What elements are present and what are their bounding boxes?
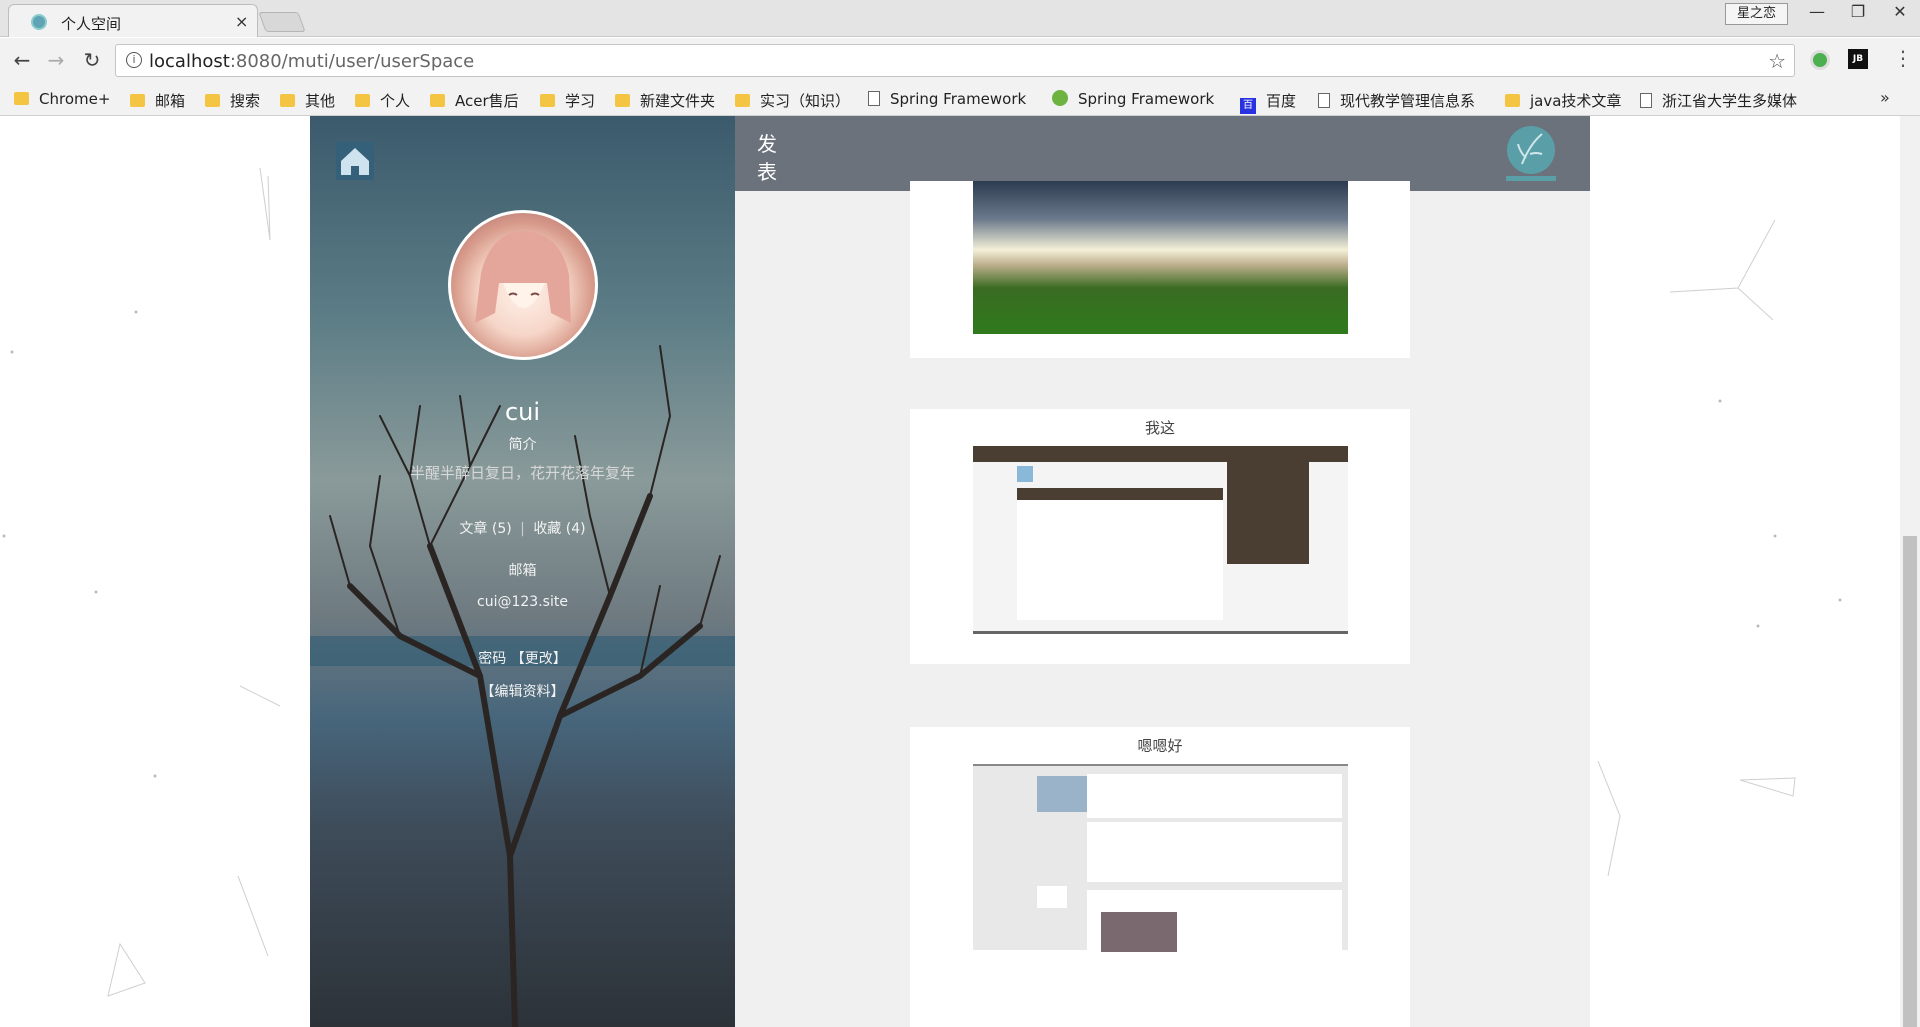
- tab-close-icon[interactable]: ×: [235, 12, 248, 31]
- post-image-screenshot[interactable]: [973, 764, 1348, 952]
- password-row: 密码 【更改】: [310, 648, 735, 668]
- url-text: localhost:8080/muti/user/userSpace: [149, 51, 475, 72]
- browser-menu-icon[interactable]: ⋮: [1893, 46, 1913, 70]
- bookmark-java-articles[interactable]: java技术文章: [1505, 90, 1621, 111]
- intro-label: 简介: [508, 437, 537, 453]
- site-favicon-icon: [31, 14, 47, 30]
- page-icon: [868, 91, 880, 106]
- folder-icon: [430, 94, 445, 107]
- bookmark-spring-2[interactable]: Spring Framework: [1052, 90, 1214, 108]
- folder-icon: [280, 94, 295, 107]
- bookmark-search[interactable]: 搜索: [205, 90, 260, 111]
- bookmark-spring-1[interactable]: Spring Framework: [868, 90, 1026, 108]
- edit-profile-link[interactable]: 【编辑资料】: [310, 681, 735, 701]
- intro-text: 半醒半醉日复日，花开花落年复年: [409, 464, 635, 482]
- bookmark-star-icon[interactable]: ☆: [1768, 49, 1786, 73]
- username: cui: [504, 398, 541, 426]
- bookmarks-overflow-icon[interactable]: »: [1880, 88, 1890, 107]
- email-label: 邮箱: [508, 563, 537, 579]
- bookmark-new-folder[interactable]: 新建文件夹: [615, 90, 715, 111]
- password-label: 密码: [478, 651, 507, 667]
- post-image-landscape[interactable]: [973, 181, 1348, 334]
- mock-divider: [973, 631, 1348, 634]
- favorites-link[interactable]: 收藏 (4): [533, 521, 585, 537]
- top-header: 发表: [735, 116, 1590, 191]
- bookmark-other[interactable]: 其他: [280, 90, 335, 111]
- folder-icon: [355, 94, 370, 107]
- mock-avatar: [1037, 776, 1087, 812]
- folder-icon: [735, 94, 750, 107]
- extension-green-icon[interactable]: [1810, 50, 1830, 70]
- browser-toolbar: ← → ↻ i localhost:8080/muti/user/userSpa…: [0, 38, 1920, 84]
- folder-icon: [540, 94, 555, 107]
- profile-panel: cui 简介 半醒半醉日复日，花开花落年复年 文章 (5) | 收藏 (4) 邮…: [310, 116, 735, 1027]
- bookmark-personal[interactable]: 个人: [355, 90, 410, 111]
- page-icon: [1640, 93, 1652, 108]
- browser-tab[interactable]: 个人空间 ×: [8, 4, 258, 37]
- post-feed: 我这 嗯嗯好: [735, 181, 1590, 1027]
- tab-title: 个人空间: [61, 15, 122, 33]
- post-title[interactable]: 嗯嗯好: [910, 735, 1410, 756]
- back-arrow-icon[interactable]: ←: [10, 48, 34, 72]
- post-card[interactable]: [910, 181, 1410, 358]
- browser-tab-strip: 个人空间 × 星之恋 — ❐ ✕: [0, 0, 1920, 37]
- change-password-link[interactable]: 【更改】: [511, 651, 567, 667]
- scrollbar-thumb[interactable]: [1903, 536, 1917, 1027]
- bookmark-baidu[interactable]: 百百度: [1240, 90, 1296, 114]
- folder-icon: [205, 94, 220, 107]
- minimize-button[interactable]: —: [1797, 2, 1837, 24]
- restore-button[interactable]: ❐: [1838, 2, 1878, 24]
- mock-toolbar: [1087, 774, 1342, 818]
- avatar[interactable]: [448, 210, 598, 360]
- spring-leaf-icon: [1052, 90, 1068, 106]
- baidu-paw-icon: 百: [1240, 98, 1256, 114]
- forward-arrow-icon[interactable]: →: [44, 48, 68, 72]
- post-title[interactable]: 我这: [910, 417, 1410, 438]
- folder-icon: [615, 94, 630, 107]
- thumbnail-icon: [1017, 466, 1033, 482]
- close-window-button[interactable]: ✕: [1880, 2, 1920, 24]
- site-logo-icon: [1506, 126, 1556, 181]
- page-scrollbar[interactable]: [1900, 116, 1920, 1027]
- folder-icon: [14, 92, 29, 105]
- bookmark-chrome-plus[interactable]: Chrome+: [14, 90, 110, 108]
- reload-icon[interactable]: ↻: [80, 48, 104, 72]
- mock-sidebar: [1227, 462, 1309, 564]
- page-viewport: cui 简介 半醒半醉日复日，花开花落年复年 文章 (5) | 收藏 (4) 邮…: [0, 116, 1920, 1027]
- profile-stats: 文章 (5) | 收藏 (4): [459, 521, 586, 537]
- page-icon: [1318, 93, 1330, 108]
- post-card[interactable]: 我这: [910, 409, 1410, 664]
- new-tab-button[interactable]: [258, 12, 306, 32]
- folder-icon: [130, 94, 145, 107]
- home-icon[interactable]: [336, 142, 374, 180]
- bookmark-teaching-system[interactable]: 现代教学管理信息系: [1318, 90, 1475, 111]
- extension-jb-icon[interactable]: JB: [1848, 49, 1868, 69]
- mock-icon: [1037, 886, 1067, 908]
- mock-photo: [1101, 912, 1177, 952]
- bookmark-internship[interactable]: 实习（知识）: [735, 90, 850, 111]
- post-card[interactable]: 嗯嗯好: [910, 727, 1410, 1027]
- publish-button[interactable]: 发表: [757, 130, 779, 186]
- articles-link[interactable]: 文章 (5): [459, 521, 511, 537]
- mock-content: [1017, 500, 1223, 620]
- bookmark-mail[interactable]: 邮箱: [130, 90, 185, 111]
- mock-list: [1087, 822, 1342, 882]
- site-info-icon[interactable]: i: [126, 52, 142, 68]
- address-bar[interactable]: i localhost:8080/muti/user/userSpace ☆: [115, 44, 1795, 77]
- bookmarks-bar: Chrome+ 邮箱 搜索 其他 个人 Acer售后 学习 新建文件夹 实习（知…: [0, 84, 1920, 116]
- profile-button[interactable]: 星之恋: [1725, 3, 1788, 25]
- folder-icon: [1505, 94, 1520, 107]
- post-image-screenshot[interactable]: [973, 446, 1348, 634]
- bookmark-zhejiang-multimedia[interactable]: 浙江省大学生多媒体: [1640, 90, 1797, 111]
- mock-bar: [1017, 488, 1223, 500]
- bookmark-study[interactable]: 学习: [540, 90, 595, 111]
- bookmark-acer[interactable]: Acer售后: [430, 90, 519, 111]
- email-value: cui@123.site: [477, 594, 568, 610]
